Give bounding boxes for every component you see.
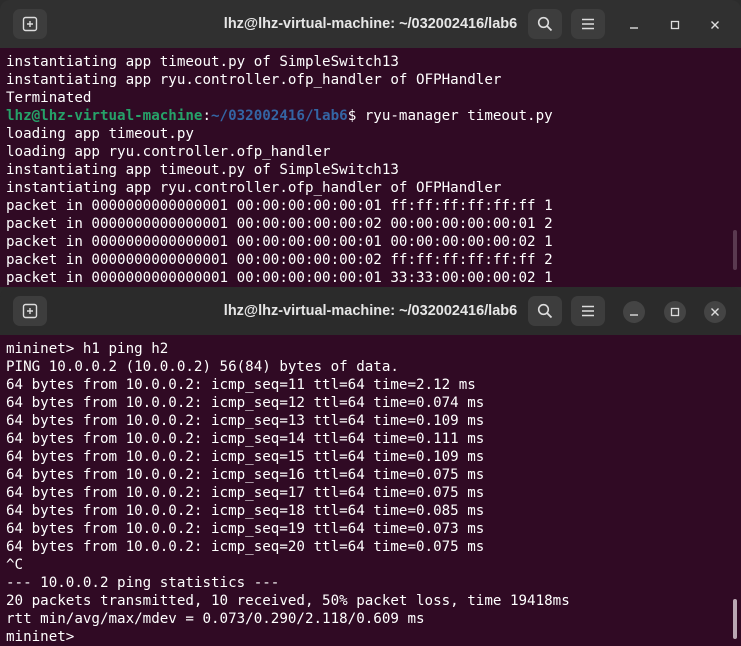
minimize-button[interactable] bbox=[623, 301, 645, 323]
output-line: packet in 0000000000000001 00:00:00:00:0… bbox=[6, 252, 553, 268]
prompt-path: ~/032002416/lab6 bbox=[211, 108, 348, 124]
output-line: packet in 0000000000000001 00:00:00:00:0… bbox=[6, 198, 553, 214]
output-line: 64 bytes from 10.0.0.2: icmp_seq=18 ttl=… bbox=[6, 503, 485, 519]
close-button[interactable] bbox=[704, 301, 726, 323]
output-line: packet in 0000000000000001 00:00:00:00:0… bbox=[6, 270, 553, 286]
prompt-user: lhz@lhz-virtual-machine bbox=[6, 108, 203, 124]
output-line: 64 bytes from 10.0.0.2: icmp_seq=19 ttl=… bbox=[6, 521, 485, 537]
prompt-line: lhz@lhz-virtual-machine:~/032002416/lab6… bbox=[6, 107, 741, 125]
output-line: loading app timeout.py bbox=[6, 126, 194, 142]
output-line: 64 bytes from 10.0.0.2: icmp_seq=13 ttl=… bbox=[6, 413, 485, 429]
output-line: 64 bytes from 10.0.0.2: icmp_seq=12 ttl=… bbox=[6, 395, 485, 411]
output-line: 64 bytes from 10.0.0.2: icmp_seq=15 ttl=… bbox=[6, 449, 485, 465]
output-line: 64 bytes from 10.0.0.2: icmp_seq=14 ttl=… bbox=[6, 431, 485, 447]
maximize-button[interactable] bbox=[664, 14, 686, 36]
output-line: rtt min/avg/max/mdev = 0.073/0.290/2.118… bbox=[6, 611, 425, 627]
terminal-output[interactable]: instantiating app timeout.py of SimpleSw… bbox=[0, 48, 741, 287]
output-line: instantiating app timeout.py of SimpleSw… bbox=[6, 162, 399, 178]
maximize-button[interactable] bbox=[664, 301, 686, 323]
close-icon bbox=[710, 307, 720, 317]
terminal-output[interactable]: mininet> h1 ping h2 PING 10.0.0.2 (10.0.… bbox=[0, 335, 741, 646]
output-line: instantiating app ryu.controller.ofp_han… bbox=[6, 72, 502, 88]
output-line: ^C bbox=[6, 557, 24, 573]
output-line: PING 10.0.0.2 (10.0.0.2) 56(84) bytes of… bbox=[6, 359, 399, 375]
output-line: Terminated bbox=[6, 90, 92, 106]
hamburger-menu-icon bbox=[581, 304, 595, 318]
close-icon bbox=[710, 20, 720, 30]
maximize-icon bbox=[670, 20, 680, 30]
minimize-icon bbox=[629, 307, 639, 317]
titlebar[interactable]: lhz@lhz-virtual-machine: ~/032002416/lab… bbox=[0, 287, 741, 335]
terminal-window-bottom[interactable]: lhz@lhz-virtual-machine: ~/032002416/lab… bbox=[0, 287, 741, 646]
output-line: 64 bytes from 10.0.0.2: icmp_seq=17 ttl=… bbox=[6, 485, 485, 501]
close-button[interactable] bbox=[704, 14, 726, 36]
output-line: 64 bytes from 10.0.0.2: icmp_seq=16 ttl=… bbox=[6, 467, 485, 483]
maximize-icon bbox=[670, 307, 680, 317]
titlebar[interactable]: lhz@lhz-virtual-machine: ~/032002416/lab… bbox=[0, 0, 741, 48]
scrollbar[interactable] bbox=[733, 599, 737, 639]
output-line: mininet> h1 ping h2 bbox=[6, 341, 169, 357]
search-icon bbox=[537, 16, 553, 32]
output-line: 64 bytes from 10.0.0.2: icmp_seq=20 ttl=… bbox=[6, 539, 485, 555]
scrollbar[interactable] bbox=[733, 230, 737, 270]
menu-button[interactable] bbox=[571, 9, 605, 39]
prompt-command: $ ryu-manager timeout.py bbox=[347, 108, 553, 124]
search-button[interactable] bbox=[528, 296, 562, 326]
hamburger-menu-icon bbox=[581, 17, 595, 31]
prompt-line[interactable]: mininet> bbox=[6, 628, 741, 646]
search-button[interactable] bbox=[528, 9, 562, 39]
output-line: instantiating app timeout.py of SimpleSw… bbox=[6, 54, 399, 70]
minimize-button[interactable] bbox=[623, 14, 645, 36]
terminal-window-top[interactable]: lhz@lhz-virtual-machine: ~/032002416/lab… bbox=[0, 0, 741, 287]
output-line: 64 bytes from 10.0.0.2: icmp_seq=11 ttl=… bbox=[6, 377, 476, 393]
search-icon bbox=[537, 303, 553, 319]
output-line: packet in 0000000000000001 00:00:00:00:0… bbox=[6, 216, 553, 232]
output-line: packet in 0000000000000001 00:00:00:00:0… bbox=[6, 234, 553, 250]
output-line: --- 10.0.0.2 ping statistics --- bbox=[6, 575, 280, 591]
minimize-icon bbox=[629, 20, 639, 30]
prompt-separator: : bbox=[202, 108, 212, 124]
output-line: 20 packets transmitted, 10 received, 50%… bbox=[6, 593, 570, 609]
output-line: loading app ryu.controller.ofp_handler bbox=[6, 144, 331, 160]
output-line: instantiating app ryu.controller.ofp_han… bbox=[6, 180, 502, 196]
menu-button[interactable] bbox=[571, 296, 605, 326]
